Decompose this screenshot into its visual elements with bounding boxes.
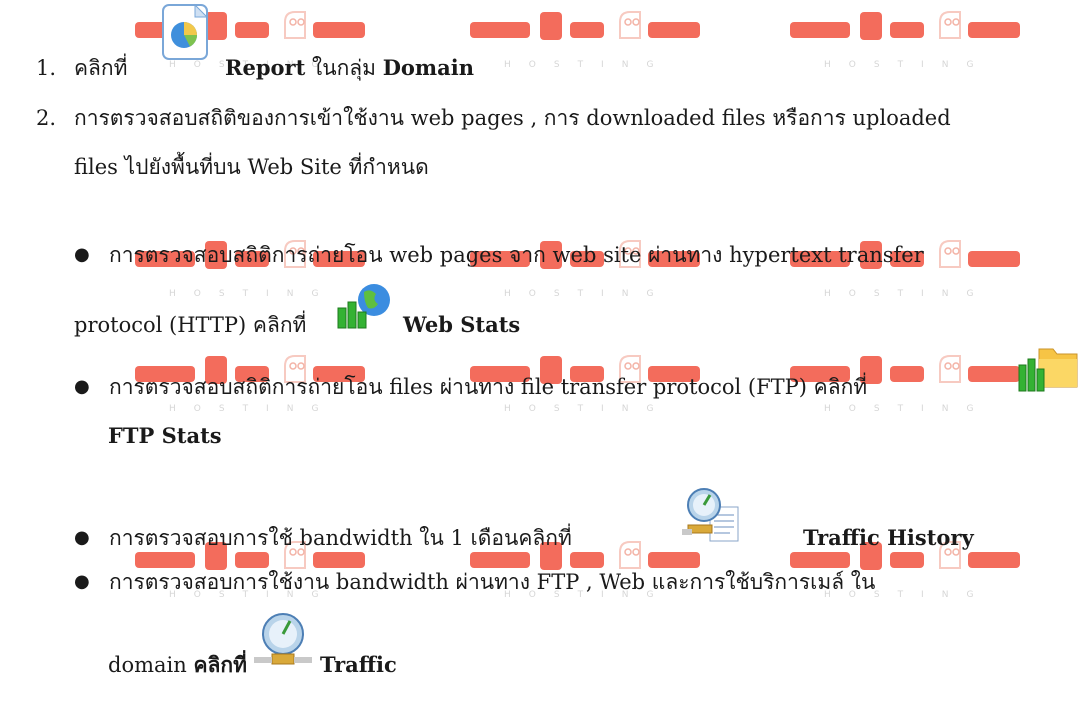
step-number: 1. [36, 56, 57, 80]
document-page: 1. คลิกที่ Report ในกลุ่ม Domain 2. การต… [0, 0, 1081, 702]
traffic-label[interactable]: Traffic [320, 652, 397, 677]
traffic-history-label[interactable]: Traffic History [803, 525, 974, 550]
step-number: 2. [36, 106, 57, 130]
bullet-text: protocol (HTTP) คลิกที่ [74, 313, 307, 337]
step1-click-text: คลิกที่ [74, 56, 128, 80]
step2-line1: การตรวจสอบสถิติของการเข้าใช้งาน web page… [74, 106, 951, 130]
ftp-stats-icon[interactable] [1017, 343, 1079, 395]
in-group-text: ในกลุ่ม [311, 56, 377, 80]
report-pie-icon[interactable] [160, 2, 212, 62]
bullet-text: domain [108, 653, 187, 677]
report-label[interactable]: Report [225, 55, 305, 80]
domain-group-label: Domain [382, 55, 474, 80]
bullet-dot: ● [74, 527, 90, 548]
traffic-click-text: คลิกที่ [193, 652, 247, 677]
traffic-history-icon[interactable] [680, 485, 742, 545]
bullet-text: การตรวจสอบการใช้งาน bandwidth ผ่านทาง FT… [109, 570, 876, 594]
step2-line2: files ไปยังพื้นที่บน Web Site ที่กำหนด [74, 155, 429, 179]
bullet-text: การตรวจสอบสถิติการถ่ายโอน files ผ่านทาง … [109, 375, 868, 399]
web-stats-icon[interactable] [334, 282, 394, 332]
traffic-icon[interactable] [252, 610, 314, 672]
bullet-dot: ● [74, 571, 90, 592]
bullet-dot: ● [74, 376, 90, 397]
bullet-text: การตรวจสอบสถิติการถ่ายโอน web pages จาก … [109, 243, 924, 267]
ftp-stats-label[interactable]: FTP Stats [108, 423, 222, 448]
bullet-dot: ● [74, 244, 90, 265]
web-stats-label[interactable]: Web Stats [403, 312, 520, 337]
bullet-text: การตรวจสอบการใช้ bandwidth ใน 1 เดือนคลิ… [109, 526, 572, 550]
